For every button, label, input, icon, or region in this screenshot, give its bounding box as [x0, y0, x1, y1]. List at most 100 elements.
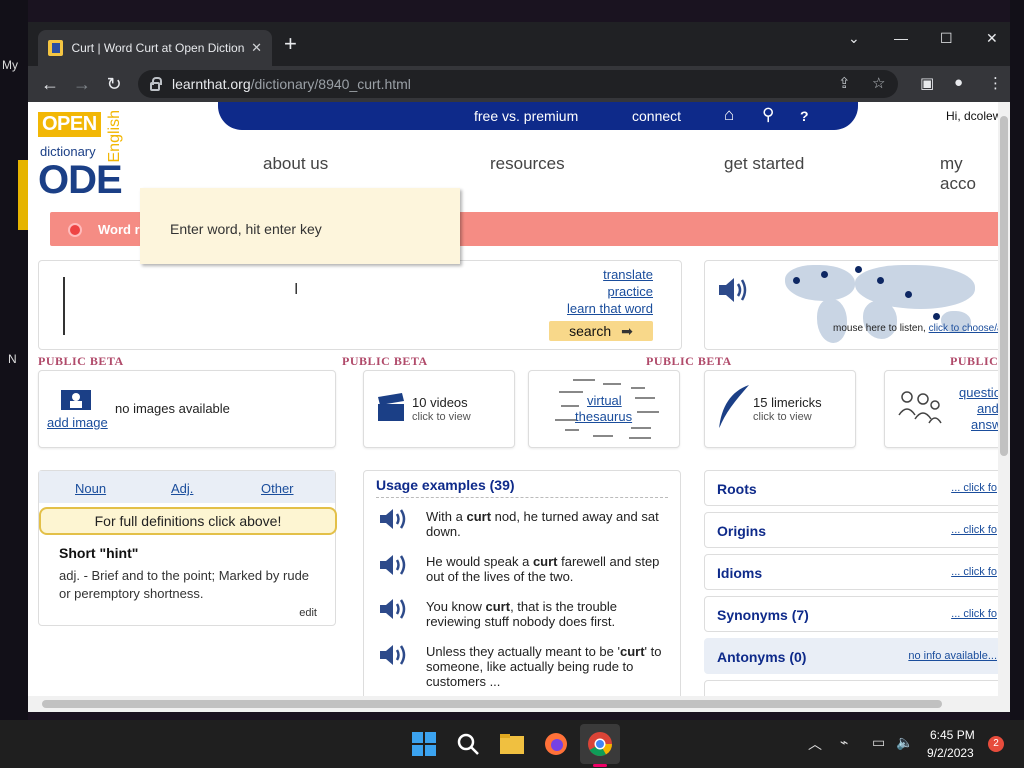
answers-link[interactable]: answe	[971, 417, 998, 432]
limericks-click-to-view: click to view	[753, 411, 812, 423]
site-logo[interactable]: OPEN English dictionary ODE	[38, 106, 128, 202]
full-definitions-banner[interactable]: For full definitions click above!	[39, 507, 337, 535]
display-icon[interactable]: ▭	[872, 734, 885, 751]
tab-adj[interactable]: Adj.	[171, 481, 193, 496]
horizontal-scroll-thumb[interactable]	[42, 700, 942, 708]
network-icon[interactable]: ⌁	[840, 734, 848, 751]
roots-click-link[interactable]: ... click fo	[951, 482, 997, 494]
maximize-button[interactable]: ☐	[940, 30, 953, 47]
idioms-section[interactable]: Idioms ... click fo	[704, 554, 998, 590]
bookmark-star-icon[interactable]: ☆	[872, 74, 885, 92]
tab-noun[interactable]: Noun	[75, 481, 106, 496]
new-tab-button[interactable]: +	[284, 32, 297, 56]
synonyms-click-link[interactable]: ... click fo	[951, 608, 997, 620]
map-pin[interactable]	[933, 313, 940, 320]
volume-icon[interactable]: 🔈	[896, 734, 913, 751]
firefox-icon[interactable]	[542, 730, 570, 758]
example-keyword: curt	[532, 554, 558, 569]
virtual-link[interactable]: virtual	[587, 393, 622, 408]
origins-section[interactable]: Origins ... click fo	[704, 512, 998, 548]
vertical-scrollbar[interactable]	[998, 102, 1010, 696]
translate-link[interactable]: translate	[603, 267, 653, 282]
speaker-icon[interactable]	[378, 507, 410, 531]
browser-tab[interactable]: Curt | Word Curt at Open Dictionary ✕	[38, 30, 272, 66]
notification-badge[interactable]: 2	[988, 736, 1004, 752]
images-card: add image no images available	[38, 370, 336, 448]
pos-tab-bar: Noun Adj. Other	[39, 471, 335, 503]
and-link[interactable]: and	[977, 401, 998, 416]
map-pin[interactable]	[855, 266, 862, 273]
map-pin[interactable]	[877, 277, 884, 284]
nav-my-account[interactable]: my acco	[940, 154, 998, 194]
image-icon[interactable]	[59, 387, 95, 413]
clock-date[interactable]: 9/2/2023	[927, 746, 974, 760]
thesaurus-link[interactable]: thesaurus	[575, 409, 632, 424]
vertical-scroll-thumb[interactable]	[1000, 116, 1008, 456]
search-button[interactable]: search ➡	[549, 321, 653, 341]
roots-section[interactable]: Roots ... click fo	[704, 470, 998, 506]
speaker-icon[interactable]	[378, 553, 410, 577]
audio-note: mouse here to listen, click to choose/ad…	[833, 323, 998, 334]
menu-kebab-icon[interactable]: ⋮	[988, 74, 1003, 92]
speaker-icon[interactable]	[378, 597, 410, 621]
nav-resources[interactable]: resources	[490, 154, 565, 174]
limericks-card[interactable]: 15 limericks click to view	[704, 370, 856, 448]
tab-title: Curt | Word Curt at Open Dictionary	[71, 41, 246, 55]
origins-click-link[interactable]: ... click fo	[951, 524, 997, 536]
practice-link[interactable]: practice	[607, 284, 653, 299]
map-pin[interactable]	[821, 271, 828, 278]
chrome-icon[interactable]	[586, 730, 614, 758]
free-vs-premium-link[interactable]: free vs. premium	[474, 108, 578, 124]
antonyms-section[interactable]: Antonyms (0) no info available...	[704, 638, 998, 674]
antonyms-no-info-link[interactable]: no info available...	[908, 650, 997, 662]
speaker-icon[interactable]	[378, 643, 410, 667]
chevron-up-icon[interactable]: ︿	[808, 734, 822, 754]
choose-audio-link[interactable]: click to choose/add	[929, 323, 998, 334]
word-search-box[interactable]: I translate practice learn that word sea…	[38, 260, 682, 350]
search-icon[interactable]	[454, 730, 482, 758]
learn-that-word-link[interactable]: learn that word	[567, 301, 653, 316]
nav-get-started[interactable]: get started	[724, 154, 804, 174]
edit-link[interactable]: edit	[299, 607, 317, 619]
back-arrow-icon[interactable]: ←	[34, 74, 66, 95]
search-button-label: search	[569, 323, 612, 339]
thesaurus-card[interactable]: virtual thesaurus	[528, 370, 680, 448]
tab-close-icon[interactable]: ✕	[251, 40, 262, 56]
connect-link[interactable]: connect	[632, 108, 681, 124]
public-beta-label: PUBLIC BETA	[38, 354, 124, 368]
tab-other[interactable]: Other	[261, 481, 294, 496]
map-pin[interactable]	[905, 291, 912, 298]
map-pin[interactable]	[793, 277, 800, 284]
usage-example: You know curt, that is the trouble revie…	[426, 599, 666, 629]
search-icon[interactable]: ⚲	[762, 105, 774, 125]
synonyms-label: Synonyms (7)	[717, 607, 809, 623]
share-icon[interactable]: ⇪	[838, 74, 851, 92]
top-utility-bar: free vs. premium connect ⌂ ⚲ ?	[218, 102, 858, 130]
speaker-icon[interactable]	[717, 275, 749, 305]
windows-start-icon[interactable]	[410, 730, 438, 758]
profile-icon[interactable]: ●	[954, 74, 963, 91]
add-image-link[interactable]: add image	[47, 415, 108, 430]
home-icon[interactable]: ⌂	[724, 105, 734, 125]
videos-card[interactable]: 10 videos click to view	[363, 370, 515, 448]
pronunciation-map-box[interactable]: mouse here to listen, click to choose/ad…	[704, 260, 998, 350]
file-explorer-icon[interactable]	[498, 730, 526, 758]
horizontal-scrollbar[interactable]	[28, 696, 1010, 712]
side-panel-icon[interactable]: ▣	[920, 74, 934, 92]
idioms-click-link[interactable]: ... click fo	[951, 566, 997, 578]
minimize-button[interactable]: —	[894, 30, 908, 46]
tab-search-icon[interactable]: ⌄	[848, 30, 860, 47]
user-greeting[interactable]: Hi, dcolew	[946, 109, 998, 123]
questions-link[interactable]: questio	[959, 385, 998, 400]
antonyms-label: Antonyms (0)	[717, 649, 807, 665]
synonyms-section[interactable]: Synonyms (7) ... click fo	[704, 596, 998, 632]
clock-time[interactable]: 6:45 PM	[930, 728, 975, 742]
close-window-button[interactable]: ✕	[986, 30, 998, 47]
nav-about-us[interactable]: about us	[263, 154, 328, 174]
help-icon[interactable]: ?	[800, 108, 809, 124]
address-bar[interactable]: learnthat.org /dictionary/8940_curt.html…	[138, 70, 898, 98]
qa-card[interactable]: questio and answe	[884, 370, 998, 448]
forward-arrow-icon[interactable]: →	[66, 74, 98, 95]
reload-icon[interactable]: ↻	[98, 74, 130, 95]
logo-english: English	[106, 110, 123, 163]
